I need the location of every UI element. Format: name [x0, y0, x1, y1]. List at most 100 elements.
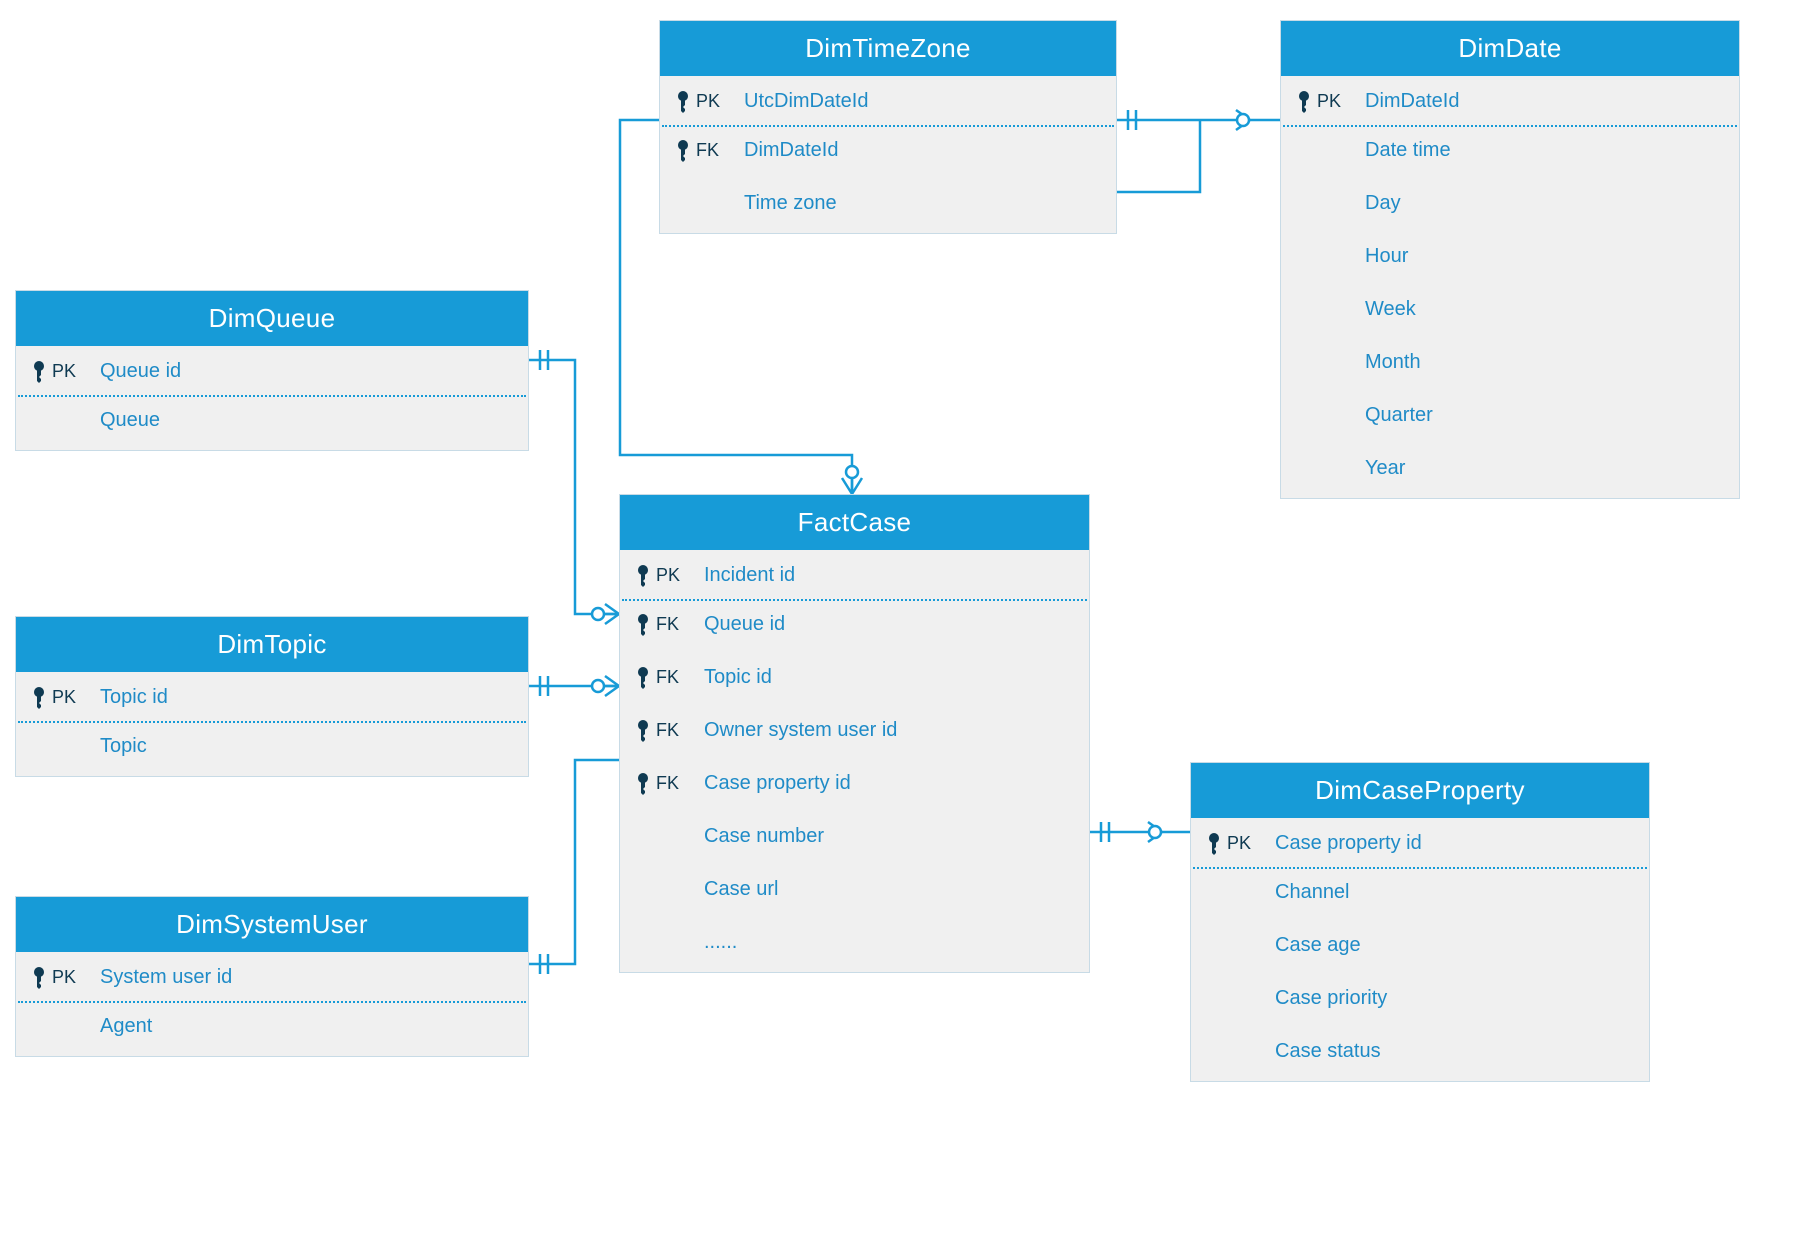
- column-name: Week: [1365, 298, 1725, 321]
- column-name: Channel: [1275, 881, 1635, 904]
- entity-title: DimCaseProperty: [1191, 763, 1649, 818]
- entity-title: DimSystemUser: [16, 897, 528, 952]
- column-row: Date time: [1281, 131, 1739, 170]
- column-row: Queue: [16, 401, 528, 440]
- entity-body: PK UtcDimDateId FK DimDateId Time zone: [660, 76, 1116, 233]
- column-row: Quarter: [1281, 396, 1739, 435]
- key-icon: [30, 361, 48, 383]
- key-icon: [674, 91, 692, 113]
- column-row: Case age: [1191, 926, 1649, 965]
- entity-title: DimTopic: [16, 617, 528, 672]
- entity-body: PK Queue id Queue: [16, 346, 528, 450]
- column-name: Case property id: [704, 772, 1075, 795]
- column-name: Month: [1365, 351, 1725, 374]
- column-row: PK Incident id: [620, 556, 1089, 595]
- pk-separator: [18, 721, 526, 723]
- column-row: PK Case property id: [1191, 824, 1649, 863]
- column-name: Case priority: [1275, 987, 1635, 1010]
- pk-separator: [18, 395, 526, 397]
- column-row: FK Topic id: [620, 658, 1089, 697]
- entity-title: DimQueue: [16, 291, 528, 346]
- column-name: Agent: [100, 1015, 514, 1038]
- column-row: PK Queue id: [16, 352, 528, 391]
- column-row: ......: [620, 923, 1089, 962]
- column-row: Agent: [16, 1007, 528, 1046]
- column-row: Hour: [1281, 237, 1739, 276]
- column-row: FK Case property id: [620, 764, 1089, 803]
- entity-dimcaseproperty[interactable]: DimCaseProperty PK Case property id Chan…: [1190, 762, 1650, 1082]
- entity-body: PK DimDateId Date time Day Hour Week Mon…: [1281, 76, 1739, 498]
- column-row: FK Queue id: [620, 605, 1089, 644]
- key-icon: [634, 565, 652, 587]
- entity-factcase[interactable]: FactCase PK Incident id FK Queue id FK T…: [619, 494, 1090, 973]
- column-row: Case number: [620, 817, 1089, 856]
- column-name: Queue id: [100, 360, 514, 383]
- key-icon: [30, 967, 48, 989]
- key-icon: [634, 773, 652, 795]
- column-name: Time zone: [744, 192, 1102, 215]
- key-icon: [634, 720, 652, 742]
- key-icon: [30, 687, 48, 709]
- column-name: Queue: [100, 409, 514, 432]
- key-icon: [1205, 833, 1223, 855]
- column-name: DimDateId: [1365, 90, 1725, 113]
- key-icon: [634, 667, 652, 689]
- entity-dimsystemuser[interactable]: DimSystemUser PK System user id Agent: [15, 896, 529, 1057]
- column-row: FK Owner system user id: [620, 711, 1089, 750]
- column-name: ......: [704, 931, 1075, 954]
- column-row: PK UtcDimDateId: [660, 82, 1116, 121]
- entity-body: PK System user id Agent: [16, 952, 528, 1056]
- column-row: PK System user id: [16, 958, 528, 997]
- entity-dimtimezone[interactable]: DimTimeZone PK UtcDimDateId FK DimDateId…: [659, 20, 1117, 234]
- entity-title: FactCase: [620, 495, 1089, 550]
- column-row: Case status: [1191, 1032, 1649, 1071]
- column-name: Day: [1365, 192, 1725, 215]
- column-name: Case url: [704, 878, 1075, 901]
- pk-separator: [662, 125, 1114, 127]
- column-name: Case status: [1275, 1040, 1635, 1063]
- column-name: Case age: [1275, 934, 1635, 957]
- column-name: Incident id: [704, 564, 1075, 587]
- column-row: Channel: [1191, 873, 1649, 912]
- column-row: FK DimDateId: [660, 131, 1116, 170]
- entity-body: PK Incident id FK Queue id FK Topic id F…: [620, 550, 1089, 972]
- pk-separator: [18, 1001, 526, 1003]
- column-row: Case priority: [1191, 979, 1649, 1018]
- pk-separator: [1283, 125, 1737, 127]
- column-row: Time zone: [660, 184, 1116, 223]
- column-name: Year: [1365, 457, 1725, 480]
- column-name: Quarter: [1365, 404, 1725, 427]
- column-name: Topic: [100, 735, 514, 758]
- column-row: PK Topic id: [16, 678, 528, 717]
- column-name: System user id: [100, 966, 514, 989]
- pk-separator: [1193, 867, 1647, 869]
- key-icon: [674, 140, 692, 162]
- column-name: Queue id: [704, 613, 1075, 636]
- column-name: Topic id: [100, 686, 514, 709]
- key-icon: [634, 614, 652, 636]
- column-row: Month: [1281, 343, 1739, 382]
- column-name: Owner system user id: [704, 719, 1075, 742]
- column-row: Topic: [16, 727, 528, 766]
- column-row: PK DimDateId: [1281, 82, 1739, 121]
- entity-dimdate[interactable]: DimDate PK DimDateId Date time Day Hour …: [1280, 20, 1740, 499]
- entity-dimqueue[interactable]: DimQueue PK Queue id Queue: [15, 290, 529, 451]
- column-row: Week: [1281, 290, 1739, 329]
- key-icon: [1295, 91, 1313, 113]
- pk-separator: [622, 599, 1087, 601]
- entity-dimtopic[interactable]: DimTopic PK Topic id Topic: [15, 616, 529, 777]
- column-row: Case url: [620, 870, 1089, 909]
- column-name: Date time: [1365, 139, 1725, 162]
- column-name: UtcDimDateId: [744, 90, 1102, 113]
- column-row: Day: [1281, 184, 1739, 223]
- column-name: Topic id: [704, 666, 1075, 689]
- entity-title: DimTimeZone: [660, 21, 1116, 76]
- erd-canvas: DimTimeZone PK UtcDimDateId FK DimDateId…: [0, 0, 1800, 1258]
- entity-title: DimDate: [1281, 21, 1739, 76]
- column-name: Hour: [1365, 245, 1725, 268]
- column-name: Case property id: [1275, 832, 1635, 855]
- column-name: Case number: [704, 825, 1075, 848]
- column-row: Year: [1281, 449, 1739, 488]
- entity-body: PK Case property id Channel Case age Cas…: [1191, 818, 1649, 1081]
- entity-body: PK Topic id Topic: [16, 672, 528, 776]
